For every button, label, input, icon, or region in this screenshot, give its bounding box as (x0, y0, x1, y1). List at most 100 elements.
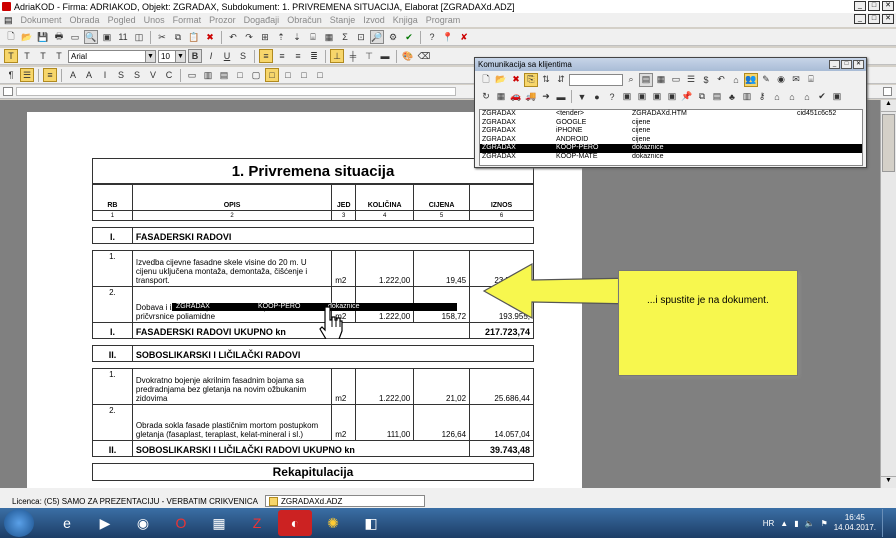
adriakod-icon[interactable]: Z (240, 510, 274, 536)
border-2-icon[interactable]: ▥ (201, 68, 215, 82)
list-item[interactable]: ZGRADAX iPHONE cijene (480, 127, 862, 136)
minimize-button[interactable]: _ (854, 1, 866, 11)
valign-middle-icon[interactable]: ╪ (346, 49, 360, 63)
border-7-icon[interactable]: □ (281, 68, 295, 82)
list-item-selected[interactable]: ZGRADAX KOOP-PERO dokaznice (480, 144, 862, 153)
comm-doc1-icon[interactable]: ▣ (620, 90, 634, 104)
comm-down-icon[interactable]: ▼ (575, 90, 589, 104)
menu-prozor[interactable]: Prozor (209, 15, 236, 25)
zoom-icon[interactable]: 🔍 (84, 30, 98, 44)
list-item[interactable]: ZGRADAX <tender> ZGRADAXd.HTM cid451c6c52 (480, 110, 862, 119)
clock[interactable]: 16:45 14.04.2017. (834, 513, 876, 533)
valign-top-icon[interactable]: ⊤ (362, 49, 376, 63)
language-indicator[interactable]: HR (763, 519, 775, 528)
style-button-3[interactable]: T (36, 49, 50, 63)
comm-refresh-icon[interactable]: ↻ (479, 90, 493, 104)
opera-icon[interactable]: O (164, 510, 198, 536)
table-row[interactable]: 1. Dvokratno bojenje akrilnim fasadnim b… (92, 368, 534, 405)
close-button[interactable]: ✕ (882, 1, 894, 11)
comm-stamp-icon[interactable]: ▥ (740, 90, 754, 104)
section-total-row[interactable]: I. FASADERSKI RADOVI UKUPNO kn 217.723,7… (92, 322, 534, 339)
comm-minimize-button[interactable]: _ (829, 60, 840, 69)
align-center-icon[interactable]: ≡ (275, 49, 289, 63)
table-row[interactable]: 2. Obrada sokla fasade plastičnim mortom… (92, 404, 534, 441)
mdi-close-button[interactable]: ✕ (882, 14, 894, 24)
border-4-icon[interactable]: □ (233, 68, 247, 82)
comm-check-icon[interactable]: ✔ (815, 90, 829, 104)
list-item[interactable]: ZGRADAX GOOGLE cijene (480, 119, 862, 128)
fx-icon[interactable]: 🎨 (401, 49, 415, 63)
style-button-2[interactable]: T (20, 49, 34, 63)
text-i-icon[interactable]: I (98, 68, 112, 82)
comm-table-icon[interactable]: ▦ (654, 73, 668, 87)
comm-view-icon[interactable]: ▤ (639, 72, 653, 87)
ruler-end-box[interactable] (883, 87, 892, 96)
text-a2-icon[interactable]: A (82, 68, 96, 82)
cut-icon[interactable]: ✂ (155, 30, 169, 44)
move-up-icon[interactable]: ⇡ (274, 30, 288, 44)
new-icon[interactable]: 🗋 (4, 30, 18, 44)
open-icon[interactable]: 📂 (20, 30, 34, 44)
fill-color-icon[interactable]: ▬ (378, 49, 392, 63)
move-down-icon[interactable]: ⇣ (290, 30, 304, 44)
find-icon[interactable]: 🔎 (370, 30, 384, 44)
menu-obracun[interactable]: Obračun (287, 15, 322, 25)
border-5-icon[interactable]: ▢ (249, 68, 263, 82)
tray-arrow-icon[interactable]: ▲ (780, 519, 788, 528)
comm-calc-icon[interactable]: ⌸ (804, 73, 818, 87)
comm-car-icon[interactable]: 🚗 (509, 90, 523, 104)
align-left-icon[interactable]: ≡ (259, 49, 273, 63)
section-heading[interactable]: I. FASADERSKI RADOVI (92, 227, 535, 244)
menu-obrada[interactable]: Obrada (70, 15, 100, 25)
comm-titlebar[interactable]: Komunikacija sa klijentima _ □ ✕ (475, 58, 866, 71)
comm-grid-icon[interactable]: ▦ (494, 90, 508, 104)
comm-help-icon[interactable]: ? (605, 90, 619, 104)
comm-close-button[interactable]: ✕ (853, 60, 864, 69)
accept-icon[interactable]: ✔ (402, 30, 416, 44)
comm-list[interactable]: ZGRADAX <tender> ZGRADAXd.HTM cid451c6c52 Z… (479, 109, 863, 166)
menu-stanje[interactable]: Stanje (330, 15, 356, 25)
comm-globe-icon[interactable]: ◉ (774, 73, 788, 87)
mdi-restore-button[interactable]: □ (868, 14, 880, 24)
book-icon[interactable]: ◫ (132, 30, 146, 44)
dragged-row[interactable]: ZGRADAX KOOP-PERO dokaznice (172, 303, 457, 311)
section-total-row[interactable]: II. SOBOSLIKARSKI I LIČILAČKI RADOVI UKU… (92, 440, 534, 457)
sort-az-icon[interactable]: ⇅ (539, 73, 553, 87)
sum-icon[interactable]: Σ (338, 30, 352, 44)
comm-link-icon[interactable]: ⎘ (524, 72, 538, 87)
comm-doc2-icon[interactable]: ▣ (635, 90, 649, 104)
mdi-doc-icon[interactable]: ▤ (4, 15, 13, 26)
comm-chart-icon[interactable]: ▤ (710, 90, 724, 104)
vertical-scrollbar[interactable]: ▲ ▼ (880, 100, 896, 488)
comm-tree-icon[interactable]: ♣ (725, 90, 739, 104)
border-1-icon[interactable]: ▭ (185, 68, 199, 82)
text-c-icon[interactable]: C (162, 68, 176, 82)
comm-doc3-icon[interactable]: ▣ (650, 90, 664, 104)
maximize-button[interactable]: □ (868, 1, 880, 11)
paste-icon[interactable]: 📋 (187, 30, 201, 44)
comm-mail-icon[interactable]: ✉ (789, 73, 803, 87)
check-icon[interactable]: ⊡ (354, 30, 368, 44)
scroll-up-icon[interactable]: ▲ (881, 100, 896, 112)
list-icon[interactable]: ☰ (20, 68, 34, 82)
indent-icon[interactable]: ≡ (43, 68, 57, 82)
valign-bottom-icon[interactable]: ⊥ (330, 49, 344, 63)
delete-icon[interactable]: ✖ (203, 30, 217, 44)
border-8-icon[interactable]: □ (297, 68, 311, 82)
volume-icon[interactable]: 🔈 (805, 519, 815, 528)
binoculars-icon[interactable]: ⌕ (624, 73, 638, 87)
tools-icon[interactable]: ⚙ (386, 30, 400, 44)
comm-home-icon[interactable]: ⌂ (770, 90, 784, 104)
comm-new-icon[interactable]: 🗋 (479, 73, 493, 87)
comm-maximize-button[interactable]: □ (841, 60, 852, 69)
app-red-icon[interactable]: ◐ (278, 510, 312, 536)
border-3-icon[interactable]: ▤ (217, 68, 231, 82)
text-s2-icon[interactable]: S (130, 68, 144, 82)
pages-icon[interactable]: 11 (116, 30, 130, 44)
comm-house-icon[interactable]: ⌂ (800, 90, 814, 104)
media-icon[interactable]: ▶ (88, 510, 122, 536)
text-s1-icon[interactable]: S (114, 68, 128, 82)
save-icon[interactable]: 💾 (36, 30, 50, 44)
italic-button[interactable]: I (204, 49, 218, 63)
menu-pogled[interactable]: Pogled (108, 15, 136, 25)
